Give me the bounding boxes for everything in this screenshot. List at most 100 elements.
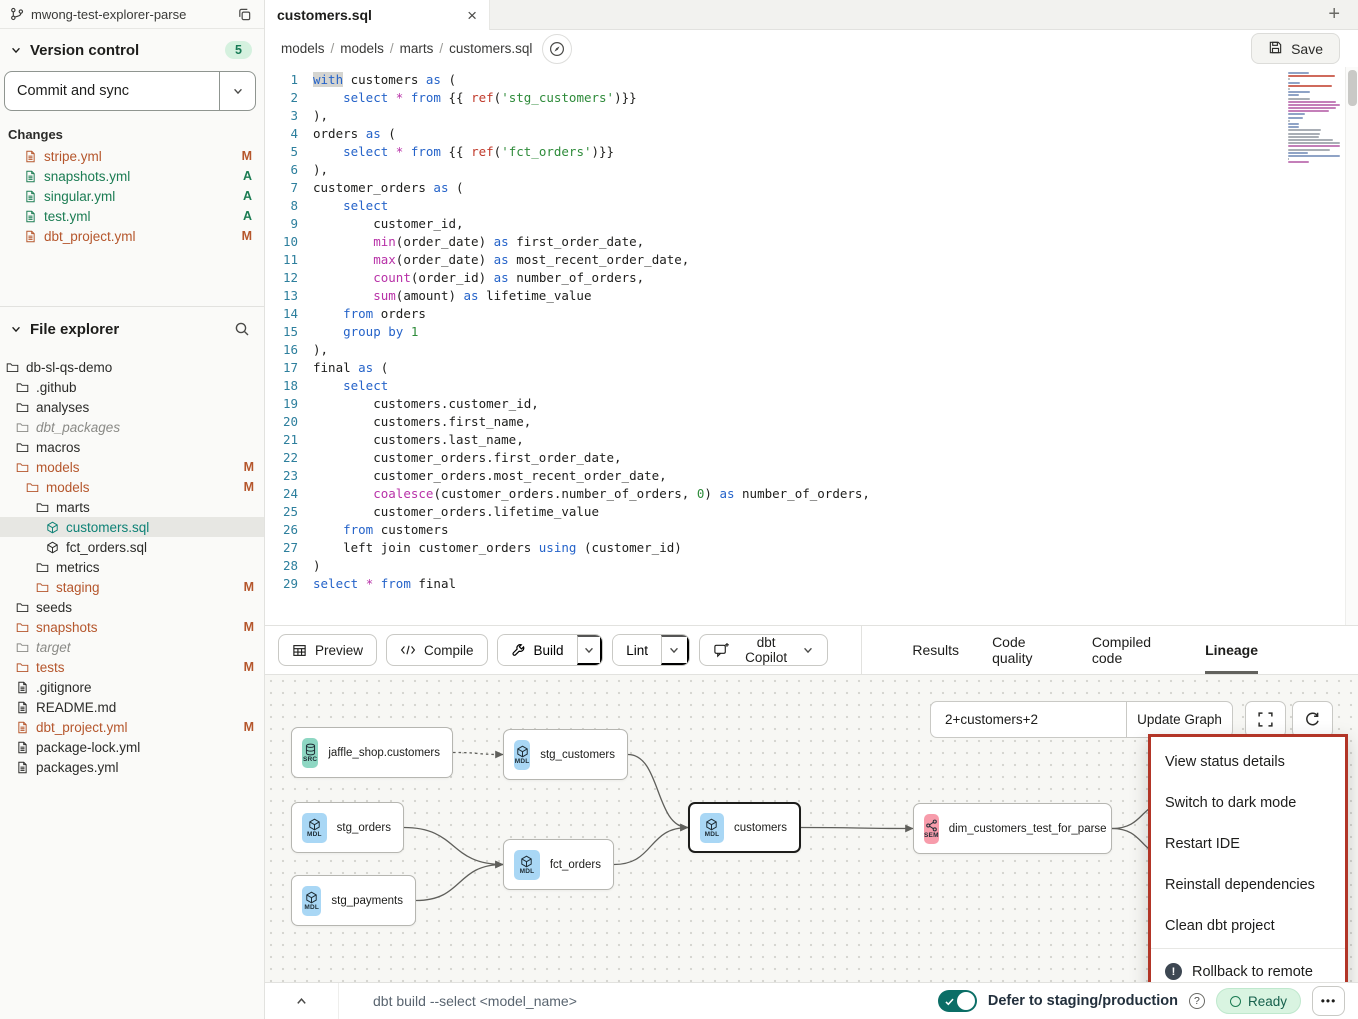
close-tab-icon[interactable]: × (467, 7, 477, 24)
code-line[interactable]: left join customer_orders using (custome… (313, 539, 1358, 557)
toolbar-compile-button[interactable]: Compile (386, 634, 488, 666)
code-line[interactable]: max(order_date) as most_recent_order_dat… (313, 251, 1358, 269)
toolbar-lint-button[interactable]: Lint (613, 635, 661, 665)
code-line[interactable]: sum(amount) as lifetime_value (313, 287, 1358, 305)
code-line[interactable]: ), (313, 161, 1358, 179)
code-line[interactable]: ) (313, 557, 1358, 575)
breadcrumb-segment[interactable]: models (281, 41, 325, 56)
fullscreen-icon[interactable] (1245, 701, 1286, 738)
commit-options-caret[interactable] (219, 72, 255, 110)
tree-item-dbt-packages[interactable]: dbt_packages (0, 417, 264, 437)
tab-customers-sql[interactable]: customers.sql × (265, 0, 490, 30)
toolbar-dbt-copilot-button[interactable]: dbt Copilot (699, 634, 828, 666)
editor-minimap[interactable] (1288, 72, 1342, 164)
code-line[interactable]: select * from final (313, 575, 1358, 593)
menu-item-switch-to-dark-mode[interactable]: Switch to dark mode (1151, 782, 1345, 823)
tree-item-package-lock-yml[interactable]: package-lock.yml (0, 737, 264, 757)
lineage-node-stg_payments[interactable]: MDLstg_payments (291, 875, 416, 926)
menu-item-reinstall-dependencies[interactable]: Reinstall dependencies (1151, 864, 1345, 905)
code-line[interactable]: customers.first_name, (313, 413, 1358, 431)
changed-file-row[interactable]: test.ymlA (0, 206, 264, 226)
code-line[interactable]: customer_id, (313, 215, 1358, 233)
code-line[interactable]: ), (313, 341, 1358, 359)
toolbar-preview-button[interactable]: Preview (278, 634, 377, 666)
tree-item-packages-yml[interactable]: packages.yml (0, 757, 264, 777)
code-editor[interactable]: 1234567891011121314151617181920212223242… (265, 67, 1358, 626)
code-line[interactable]: from customers (313, 521, 1358, 539)
code-line[interactable]: customers.last_name, (313, 431, 1358, 449)
code-line[interactable]: customer_orders.lifetime_value (313, 503, 1358, 521)
code-line[interactable]: select (313, 197, 1358, 215)
tree-item-metrics[interactable]: metrics (0, 557, 264, 577)
changed-file-row[interactable]: stripe.ymlM (0, 146, 264, 166)
defer-toggle[interactable] (938, 990, 977, 1012)
chevron-up-icon[interactable] (265, 983, 339, 1019)
lineage-selector-input[interactable] (930, 701, 1126, 738)
tree-item-macros[interactable]: macros (0, 437, 264, 457)
file-explorer-header[interactable]: File explorer (0, 307, 264, 349)
code-line[interactable]: select * from {{ ref('fct_orders')}} (313, 143, 1358, 161)
lineage-canvas[interactable]: SRCjaffle_shop.customers MDLstg_customers… (265, 675, 1358, 982)
more-options-button[interactable]: ••• (1312, 986, 1345, 1016)
commit-and-sync-button[interactable]: Commit and sync (4, 71, 256, 111)
save-button[interactable]: Save (1251, 33, 1340, 64)
breadcrumb-segment[interactable]: models (340, 41, 384, 56)
changed-file-row[interactable]: singular.ymlA (0, 186, 264, 206)
chevron-down-icon[interactable] (661, 635, 689, 665)
code-line[interactable]: with customers as ( (313, 71, 1358, 89)
code-line[interactable]: count(order_id) as number_of_orders, (313, 269, 1358, 287)
code-line[interactable]: select * from {{ ref('stg_customers')}} (313, 89, 1358, 107)
code-line[interactable]: from orders (313, 305, 1358, 323)
tab-compiled-code[interactable]: Compiled code (1092, 626, 1172, 674)
code-line[interactable]: coalesce(customer_orders.number_of_order… (313, 485, 1358, 503)
copy-branch-button[interactable] (235, 5, 254, 24)
code-line[interactable]: customer_orders.first_order_date, (313, 449, 1358, 467)
lineage-node-fct_orders[interactable]: MDLfct_orders (503, 839, 614, 890)
tree-item-seeds[interactable]: seeds (0, 597, 264, 617)
chevron-down-icon[interactable] (577, 635, 603, 665)
compass-icon[interactable] (542, 34, 572, 64)
update-graph-button[interactable]: Update Graph (1126, 701, 1233, 738)
tree-item-analyses[interactable]: analyses (0, 397, 264, 417)
status-badge[interactable]: Ready (1216, 988, 1301, 1014)
tree-item-db-sl-qs-demo[interactable]: db-sl-qs-demo (0, 357, 264, 377)
code-line[interactable]: select (313, 377, 1358, 395)
tab-results[interactable]: Results (912, 626, 959, 674)
tree-item-staging[interactable]: stagingM (0, 577, 264, 597)
code-line[interactable]: customer_orders.most_recent_order_date, (313, 467, 1358, 485)
menu-item-clean-dbt-project[interactable]: Clean dbt project (1151, 905, 1345, 946)
code-content[interactable]: with customers as ( select * from {{ ref… (313, 71, 1358, 625)
lineage-node-stg_customers[interactable]: MDLstg_customers (503, 729, 628, 780)
breadcrumb-segment[interactable]: marts (400, 41, 434, 56)
code-line[interactable]: ), (313, 107, 1358, 125)
tree-item-readme-md[interactable]: README.md (0, 697, 264, 717)
tree-item-snapshots[interactable]: snapshotsM (0, 617, 264, 637)
tree-item-fct-orders-sql[interactable]: fct_orders.sql (0, 537, 264, 557)
editor-scrollbar[interactable] (1345, 67, 1358, 625)
scrollbar-thumb[interactable] (1348, 70, 1357, 106)
code-line[interactable]: final as ( (313, 359, 1358, 377)
tab-code-quality[interactable]: Code quality (992, 626, 1059, 674)
help-icon[interactable]: ? (1189, 993, 1205, 1009)
lineage-node-dim[interactable]: SEMdim_customers_test_for_parse (913, 803, 1112, 854)
changed-file-row[interactable]: dbt_project.ymlM (0, 226, 264, 246)
code-line[interactable]: orders as ( (313, 125, 1358, 143)
new-tab-button[interactable]: + (1328, 0, 1340, 29)
tab-lineage[interactable]: Lineage (1205, 626, 1258, 674)
lineage-node-jaffle[interactable]: SRCjaffle_shop.customers (291, 727, 453, 778)
version-control-header[interactable]: Version control 5 (0, 29, 264, 69)
tree-item-dbt-project-yml[interactable]: dbt_project.ymlM (0, 717, 264, 737)
refresh-icon[interactable] (1292, 701, 1333, 738)
command-input[interactable]: dbt build --select <model_name> (339, 993, 577, 1009)
changed-file-row[interactable]: snapshots.ymlA (0, 166, 264, 186)
tree-item--gitignore[interactable]: .gitignore (0, 677, 264, 697)
tree-item-models[interactable]: modelsM (0, 477, 264, 497)
code-line[interactable]: group by 1 (313, 323, 1358, 341)
tree-item-customers-sql[interactable]: customers.sql (0, 517, 264, 537)
tree-item-tests[interactable]: testsM (0, 657, 264, 677)
search-icon[interactable] (232, 319, 252, 339)
code-line[interactable]: min(order_date) as first_order_date, (313, 233, 1358, 251)
menu-item-rollback-to-remote[interactable]: !Rollback to remote (1151, 951, 1345, 982)
toolbar-build-button[interactable]: Build (498, 635, 577, 665)
menu-item-restart-ide[interactable]: Restart IDE (1151, 823, 1345, 864)
